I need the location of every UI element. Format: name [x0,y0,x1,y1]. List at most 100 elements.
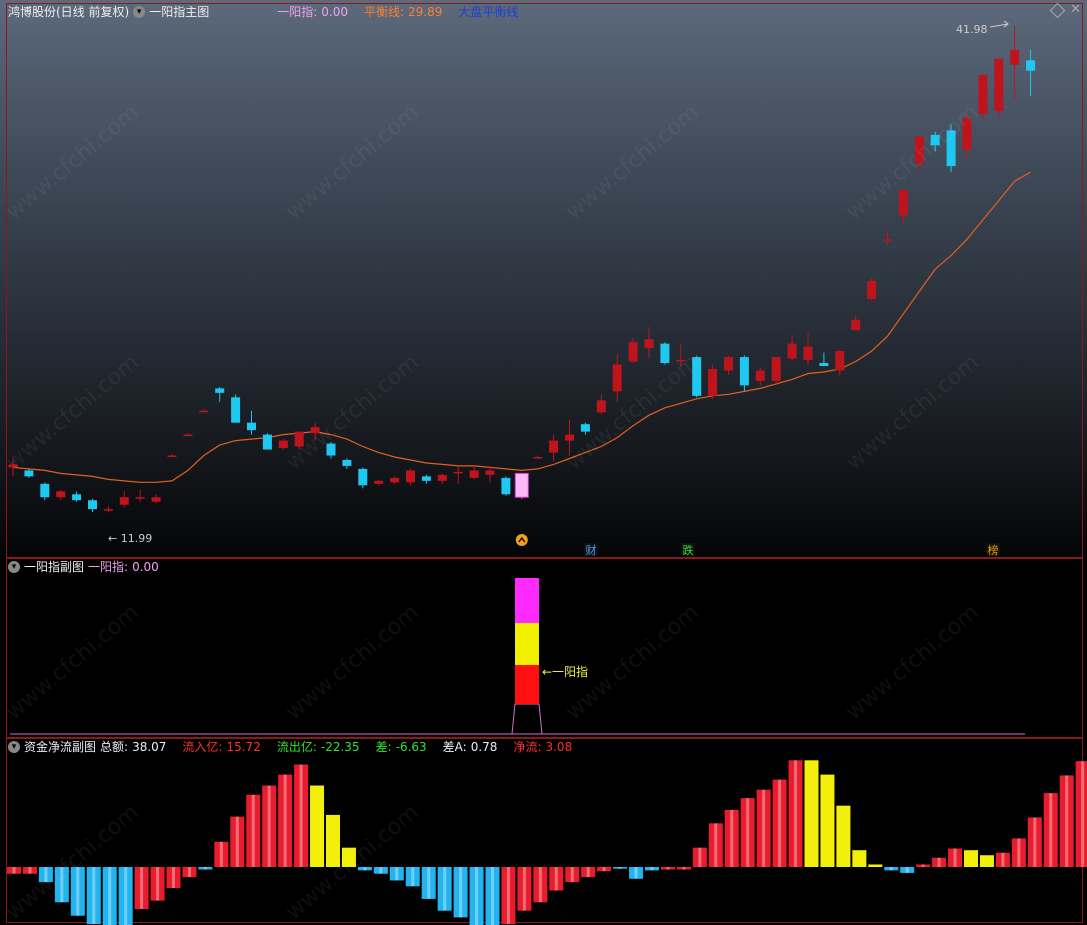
candle [898,190,908,216]
flow-bar-highlight [937,857,941,867]
candle [1010,49,1020,65]
candle [787,343,797,359]
flow-bar [964,850,978,867]
candlestick-chart[interactable]: 41.98 ← 11.99 财 跌 榜 [0,0,1087,558]
candle [851,319,861,331]
candle [72,494,82,501]
candle [215,388,225,393]
flow-bar-highlight [554,867,558,891]
flow-bar-highlight [283,774,287,867]
capital-flow-panel[interactable]: ▾ 资金净流副图 总额: 38.07 流入亿: 15.72 流出亿: -22.3… [0,738,1087,925]
candle [994,58,1004,111]
flow-bar-highlight [379,867,383,874]
candle [231,397,241,423]
candle [278,440,288,449]
candle [533,456,543,459]
flow-bar-highlight [267,785,271,867]
yiyang-annotation: ←一阳指 [542,664,588,679]
flow-bar [341,847,356,867]
candle [771,357,781,381]
flow-bar-highlight [650,867,654,871]
candle [262,434,272,450]
low-price-marker: ← 11.99 [108,532,152,545]
candle [914,136,924,164]
flow-bar-highlight [427,867,431,899]
flow-bar-highlight [666,867,670,870]
candle [708,368,718,396]
flow-bar-highlight [12,867,16,874]
candle [24,470,34,477]
candle [358,468,368,486]
capital-flow-chart[interactable] [0,738,1087,925]
flow-bar-highlight [443,867,447,911]
flow-bar-highlight [905,867,909,873]
flow-bar-highlight [92,867,96,925]
candle [183,434,193,437]
candle [390,477,400,483]
candle [1026,60,1036,71]
flow-bar-highlight [203,867,207,870]
flow-bar-highlight [411,867,415,887]
flow-bar-highlight [538,867,542,903]
candle [437,474,447,481]
flow-bar-highlight [1065,775,1069,867]
pulse-line [511,703,543,735]
candle [883,239,892,241]
candle [469,470,479,478]
candle [819,363,829,367]
yiyang-bar-red [515,665,539,704]
flow-bar-highlight [76,867,80,916]
flow-bar [804,760,819,867]
candle [40,483,50,498]
flow-bar-highlight [778,779,782,867]
flow-bar-highlight [682,867,686,870]
main-chart-panel[interactable]: 鸿博股份(日线 前复权) ▾ 一阳指主图 一阳指: 0.00 平衡线: 29.8… [0,0,1087,558]
candle [676,360,686,362]
candle [247,422,256,431]
candle [644,339,654,349]
candle [739,357,749,386]
candle [755,370,765,381]
flow-bar-highlight [219,841,223,867]
candle [8,464,18,468]
flow-bar-highlight [762,789,766,867]
candle [167,455,177,457]
flow-bar-highlight [714,823,718,867]
yiyang-sub-panel[interactable]: ▾ 一阳指副图 一阳指: 0.00 ←一阳指 [0,558,1087,738]
yiyang-bar-magenta [515,578,539,623]
flow-bar-highlight [475,867,479,925]
flow-bar-highlight [602,867,606,872]
candle [326,443,336,456]
flow-bar-highlight [730,809,734,867]
flow-bar-highlight [1033,817,1037,867]
flow-bar-highlight [1049,793,1053,867]
flow-bar-highlight [634,867,638,879]
candle [660,343,670,364]
candle [596,400,606,413]
candle [565,434,574,441]
candle [946,130,956,167]
candle [103,509,113,511]
candle [56,491,66,498]
flow-bar [820,774,835,867]
flow-bar-highlight [459,867,463,918]
candle [628,342,638,362]
candle [612,364,622,392]
yiyang-bar-chart[interactable]: ←一阳指 [0,558,1087,738]
candle [199,410,209,413]
flow-bar-highlight [28,867,32,874]
candle [692,357,702,396]
buy-signal-icon [515,534,528,546]
flow-bar-highlight [187,867,191,878]
flow-bar-highlight [570,867,574,883]
candle [294,431,304,447]
candle [514,472,529,498]
flow-bar-highlight [156,867,160,901]
flow-bar-highlight [746,798,750,867]
flow-bar-highlight [698,847,702,867]
flow-bar-highlight [889,867,893,871]
candle [867,281,877,299]
candle [119,497,129,505]
balance-line [12,171,1031,483]
flow-bar-highlight [363,867,367,871]
